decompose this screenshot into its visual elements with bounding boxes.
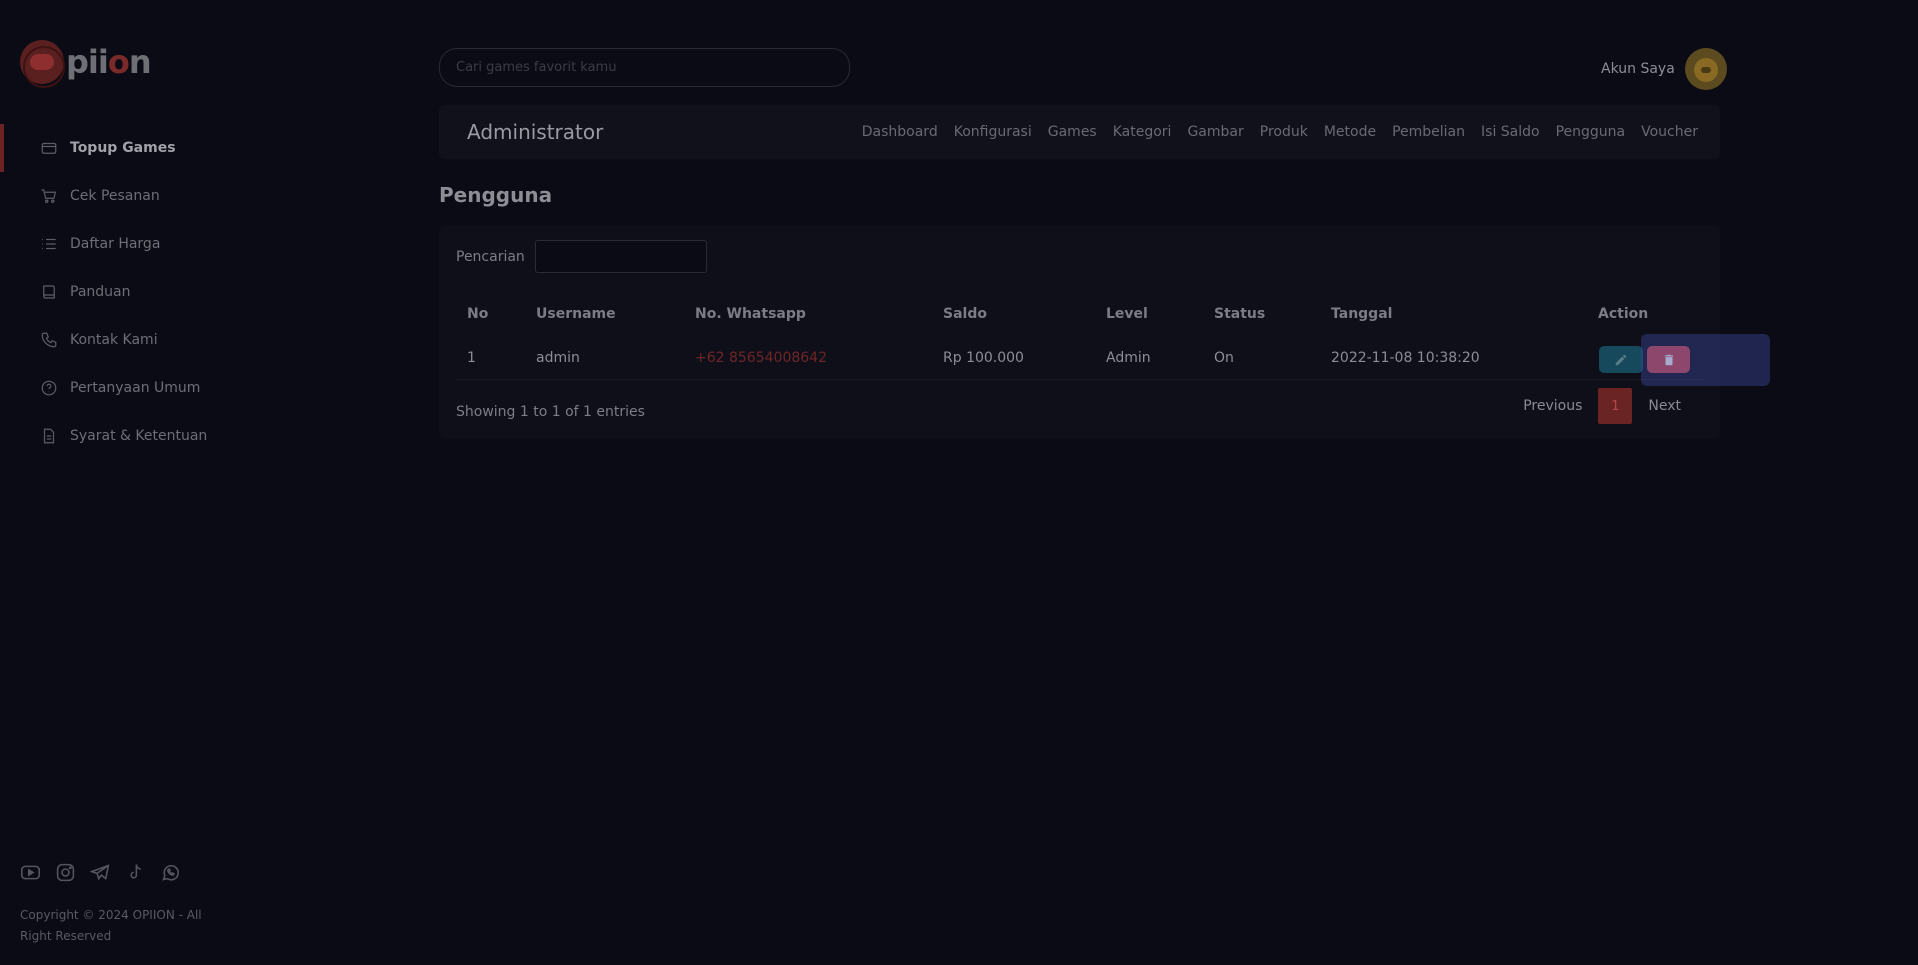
column-header-whatsapp[interactable]: No. Whatsapp <box>695 292 806 336</box>
sidebar-item-label: Pertanyaan Umum <box>70 380 201 396</box>
admin-title: Administrator <box>467 120 604 144</box>
column-header-tanggal[interactable]: Tanggal <box>1331 292 1392 336</box>
sidebar-item-label: Cek Pesanan <box>70 188 160 204</box>
question-icon <box>40 379 58 397</box>
account-menu[interactable]: Akun Saya <box>1601 48 1727 90</box>
book-icon <box>40 283 58 301</box>
admin-nav-bar: Administrator Dashboard Konfigurasi Game… <box>439 105 1720 159</box>
account-label: Akun Saya <box>1601 61 1675 77</box>
admin-link-gambar[interactable]: Gambar <box>1187 124 1243 140</box>
cell-status: On <box>1214 350 1234 366</box>
column-header-action: Action <box>1598 306 1649 322</box>
whatsapp-icon[interactable] <box>160 862 181 883</box>
users-card: Pencarian No Username No. Whatsapp Saldo… <box>439 225 1770 439</box>
table-search-input[interactable] <box>534 240 707 273</box>
cell-username: admin <box>536 350 580 366</box>
logo-text: piion <box>66 43 152 81</box>
sidebar-item-topup-games[interactable]: Topup Games <box>0 124 400 172</box>
phone-icon <box>40 331 58 349</box>
cell-saldo: Rp 100.000 <box>943 350 1024 366</box>
admin-link-games[interactable]: Games <box>1048 124 1097 140</box>
page-1-button[interactable]: 1 <box>1598 388 1633 424</box>
sidebar-item-label: Topup Games <box>70 140 176 156</box>
copyright-text: Copyright © 2024 OPIION - All Right Rese… <box>20 908 202 943</box>
column-header-status[interactable]: Status <box>1214 292 1265 336</box>
entries-info: Showing 1 to 1 of 1 entries <box>456 404 645 420</box>
sidebar-item-kontak-kami[interactable]: Kontak Kami <box>0 316 400 364</box>
admin-link-konfigurasi[interactable]: Konfigurasi <box>954 124 1032 140</box>
table-row: 1 admin +62 85654008642 Rp 100.000 Admin… <box>456 334 1770 386</box>
sidebar-nav: Topup Games Cek Pesanan Daftar Harga Pan… <box>0 124 400 460</box>
pencil-icon <box>1615 354 1627 365</box>
tiktok-icon[interactable] <box>125 862 146 883</box>
cell-tanggal: 2022-11-08 10:38:20 <box>1331 350 1480 366</box>
gamepad-logo-icon <box>20 40 65 88</box>
logo[interactable]: piion <box>20 40 152 88</box>
sidebar-item-label: Syarat & Ketentuan <box>70 428 208 444</box>
pagination: Previous 1 Next <box>1507 388 1697 424</box>
column-header-level[interactable]: Level <box>1106 292 1148 336</box>
card-icon <box>40 139 58 157</box>
instagram-icon[interactable] <box>55 862 76 883</box>
sidebar-item-cek-pesanan[interactable]: Cek Pesanan <box>0 172 400 220</box>
sidebar: piion Topup Games Cek Pesanan Daftar Har… <box>0 0 400 965</box>
sidebar-item-label: Kontak Kami <box>70 332 158 348</box>
sidebar-item-pertanyaan-umum[interactable]: Pertanyaan Umum <box>0 364 400 412</box>
admin-link-metode[interactable]: Metode <box>1324 124 1376 140</box>
sidebar-item-label: Panduan <box>70 284 131 300</box>
next-page-button[interactable]: Next <box>1632 388 1697 424</box>
sidebar-item-daftar-harga[interactable]: Daftar Harga <box>0 220 400 268</box>
edit-button[interactable] <box>1599 346 1643 373</box>
users-table: No Username No. Whatsapp Saldo Level Sta… <box>456 292 1770 386</box>
sidebar-item-label: Daftar Harga <box>70 236 161 252</box>
cell-level: Admin <box>1106 350 1151 366</box>
cell-whatsapp[interactable]: +62 85654008642 <box>695 336 827 380</box>
selection-highlight <box>1641 334 1770 386</box>
page-title: Pengguna <box>439 183 553 207</box>
table-header: No Username No. Whatsapp Saldo Level Sta… <box>456 292 1703 336</box>
admin-link-pengguna[interactable]: Pengguna <box>1556 124 1626 140</box>
cell-no: 1 <box>467 350 476 366</box>
admin-link-kategori[interactable]: Kategori <box>1113 124 1172 140</box>
list-icon <box>40 235 58 253</box>
column-header-username[interactable]: Username <box>536 292 616 336</box>
admin-nav: Dashboard Konfigurasi Games Kategori Gam… <box>862 105 1698 159</box>
column-header-no[interactable]: No <box>467 292 488 336</box>
cart-icon <box>40 187 58 205</box>
telegram-icon[interactable] <box>90 862 111 883</box>
search-filter: Pencarian <box>456 240 707 273</box>
sidebar-item-panduan[interactable]: Panduan <box>0 268 400 316</box>
column-header-saldo[interactable]: Saldo <box>943 292 987 336</box>
social-links <box>20 862 181 883</box>
admin-link-isi-saldo[interactable]: Isi Saldo <box>1481 124 1540 140</box>
admin-link-dashboard[interactable]: Dashboard <box>862 124 938 140</box>
sidebar-item-syarat-ketentuan[interactable]: Syarat & Ketentuan <box>0 412 400 460</box>
page: piion Topup Games Cek Pesanan Daftar Har… <box>0 0 1918 965</box>
admin-link-pembelian[interactable]: Pembelian <box>1392 124 1465 140</box>
previous-page-button[interactable]: Previous <box>1507 388 1598 424</box>
document-icon <box>40 427 58 445</box>
avatar[interactable] <box>1684 48 1727 90</box>
admin-link-produk[interactable]: Produk <box>1260 124 1308 140</box>
filter-label: Pencarian <box>456 248 525 265</box>
youtube-icon[interactable] <box>20 862 41 883</box>
search-input[interactable] <box>439 48 850 87</box>
admin-link-voucher[interactable]: Voucher <box>1641 124 1698 140</box>
